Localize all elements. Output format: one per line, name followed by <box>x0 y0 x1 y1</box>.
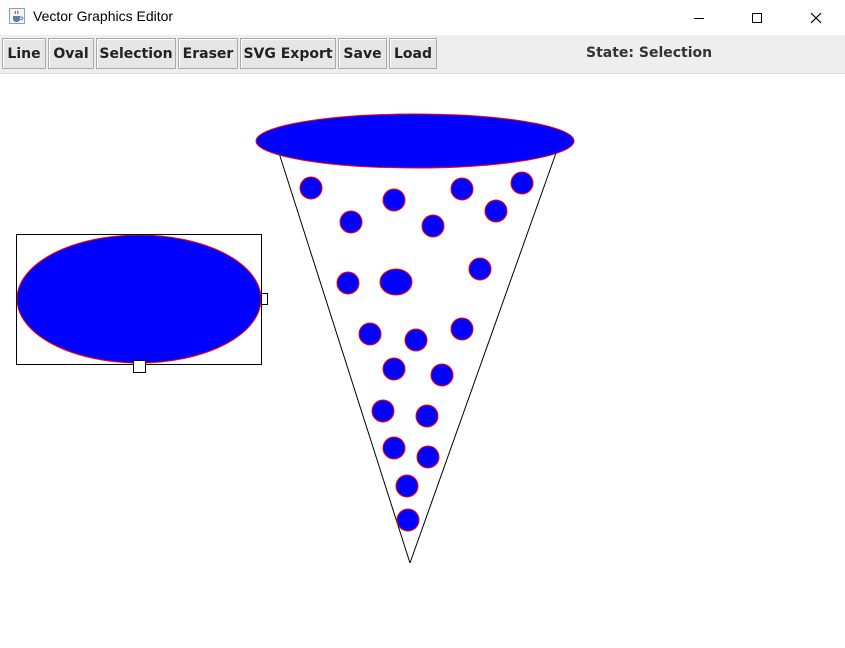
selected-oval[interactable] <box>16 234 262 364</box>
small-oval[interactable] <box>299 176 323 200</box>
java-cup-icon <box>9 8 25 24</box>
small-oval[interactable] <box>336 271 360 295</box>
small-oval[interactable] <box>450 177 474 201</box>
small-oval[interactable] <box>379 268 413 296</box>
small-ovals <box>299 171 534 532</box>
close-button[interactable] <box>787 0 845 35</box>
small-oval[interactable] <box>395 474 419 498</box>
minimize-icon <box>694 17 704 19</box>
oval-tool-button[interactable]: Oval <box>48 38 94 69</box>
small-oval[interactable] <box>382 357 406 381</box>
line-tool-button[interactable]: Line <box>2 38 46 69</box>
small-oval[interactable] <box>382 188 406 212</box>
small-oval[interactable] <box>484 199 508 223</box>
cone-right-line[interactable] <box>409 152 557 564</box>
window-title: Vector Graphics Editor <box>33 8 174 24</box>
small-oval[interactable] <box>416 445 440 469</box>
small-oval[interactable] <box>404 328 428 352</box>
drawing-canvas[interactable] <box>0 74 845 644</box>
canvas-svg[interactable] <box>0 74 845 644</box>
small-oval[interactable] <box>510 171 534 195</box>
selection-tool-button[interactable]: Selection <box>96 38 176 69</box>
small-oval[interactable] <box>430 363 454 387</box>
resize-handle-right[interactable] <box>261 293 268 305</box>
maximize-icon <box>752 12 762 23</box>
load-button[interactable]: Load <box>389 38 437 69</box>
small-oval[interactable] <box>421 214 445 238</box>
svg-export-button[interactable]: SVG Export <box>240 38 336 69</box>
small-oval[interactable] <box>382 436 406 460</box>
toolbar: Line Oval Selection Eraser SVG Export Sa… <box>0 35 845 74</box>
cone-top-oval[interactable] <box>255 113 575 169</box>
small-oval[interactable] <box>358 322 382 346</box>
state-label: State: Selection <box>586 45 713 61</box>
close-icon <box>810 12 822 23</box>
small-oval[interactable] <box>371 399 395 423</box>
maximize-button[interactable] <box>728 0 786 35</box>
resize-handle-bottom[interactable] <box>133 360 146 373</box>
small-oval[interactable] <box>415 404 439 428</box>
eraser-tool-button[interactable]: Eraser <box>178 38 238 69</box>
small-oval[interactable] <box>396 508 420 532</box>
small-oval[interactable] <box>339 210 363 234</box>
save-button[interactable]: Save <box>338 38 387 69</box>
small-oval[interactable] <box>468 257 492 281</box>
minimize-button[interactable] <box>670 0 728 35</box>
title-bar: Vector Graphics Editor <box>0 0 845 35</box>
small-oval[interactable] <box>450 317 474 341</box>
